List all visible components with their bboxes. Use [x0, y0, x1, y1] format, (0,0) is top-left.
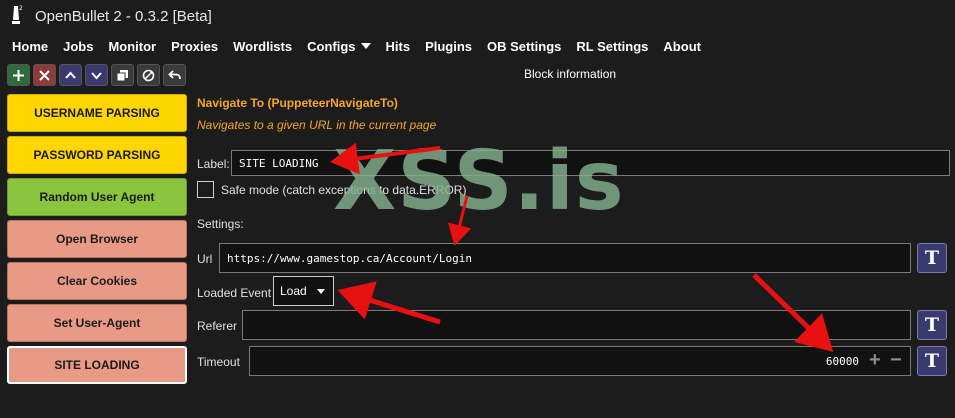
caret-down-icon — [317, 289, 325, 294]
add-block-button[interactable] — [7, 64, 30, 86]
timeout-type-toggle-button[interactable]: T — [917, 346, 947, 376]
clone-block-button[interactable] — [111, 64, 134, 86]
window-title: OpenBullet 2 - 0.3.2 [Beta] — [35, 8, 212, 25]
loaded-event-value: Load — [280, 284, 307, 298]
block-type-title: Navigate To (PuppeteerNavigateTo) — [197, 96, 398, 110]
remove-block-button[interactable] — [33, 64, 56, 86]
block-info-header: Block information — [524, 67, 617, 81]
main-menu: Home Jobs Monitor Proxies Wordlists Conf… — [0, 33, 955, 59]
menu-configs-label: Configs — [307, 38, 356, 54]
menu-jobs[interactable]: Jobs — [63, 39, 93, 54]
block-item[interactable]: Clear Cookies — [7, 262, 187, 300]
chevron-up-icon — [65, 71, 76, 79]
url-type-toggle-button[interactable]: T — [917, 243, 947, 273]
settings-caption: Settings: — [197, 217, 244, 231]
block-item[interactable]: Set User-Agent — [7, 304, 187, 342]
block-toolbar — [7, 64, 186, 86]
timeout-input[interactable] — [249, 346, 911, 376]
caret-down-icon — [360, 43, 371, 49]
menu-plugins[interactable]: Plugins — [425, 39, 472, 54]
referer-caption: Referer — [197, 319, 238, 333]
openbullet-logo-icon: 2 — [12, 5, 23, 24]
menu-ob-settings[interactable]: OB Settings — [487, 39, 561, 54]
decrement-button[interactable]: − — [890, 349, 902, 372]
undo-icon — [168, 69, 181, 79]
loaded-event-select[interactable]: Load — [273, 276, 334, 306]
safe-mode-checkbox[interactable] — [197, 181, 214, 198]
timeout-value: 60000 — [825, 355, 859, 368]
undo-button[interactable] — [163, 64, 186, 86]
block-item[interactable]: PASSWORD PARSING — [7, 136, 187, 174]
chevron-down-icon — [91, 71, 102, 79]
move-down-button[interactable] — [85, 64, 108, 86]
disable-block-button[interactable] — [137, 64, 160, 86]
close-icon — [39, 69, 50, 81]
block-description: Navigates to a given URL in the current … — [197, 118, 437, 132]
menu-rl-settings[interactable]: RL Settings — [576, 39, 648, 54]
arrow-to-url — [447, 195, 472, 246]
block-item[interactable]: Random User Agent — [7, 178, 187, 216]
copy-icon — [116, 69, 128, 81]
label-caption: Label: — [197, 157, 230, 171]
menu-configs[interactable]: Configs — [307, 38, 371, 54]
timeout-caption: Timeout — [197, 355, 240, 369]
menu-wordlists[interactable]: Wordlists — [233, 39, 292, 54]
block-item[interactable]: Open Browser — [7, 220, 187, 258]
menu-about[interactable]: About — [663, 39, 701, 54]
svg-text:2: 2 — [19, 5, 23, 12]
label-input[interactable]: SITE LOADING — [231, 150, 950, 176]
safe-mode-label: Safe mode (catch exceptions to data.ERRO… — [221, 183, 467, 197]
menu-proxies[interactable]: Proxies — [171, 39, 218, 54]
ban-icon — [142, 69, 155, 81]
url-caption: Url — [197, 252, 213, 266]
menu-home[interactable]: Home — [12, 39, 48, 54]
title-bar: 2 OpenBullet 2 - 0.3.2 [Beta] — [0, 0, 955, 33]
block-item-selected[interactable]: SITE LOADING — [7, 346, 187, 384]
increment-button[interactable]: + — [869, 349, 881, 372]
menu-monitor[interactable]: Monitor — [108, 39, 156, 54]
plus-icon — [13, 69, 24, 81]
referer-input[interactable] — [242, 310, 911, 340]
move-up-button[interactable] — [59, 64, 82, 86]
url-input[interactable]: https://www.gamestop.ca/Account/Login — [219, 243, 911, 273]
loaded-event-caption: Loaded Event — [197, 286, 272, 300]
block-list: USERNAME PARSING PASSWORD PARSING Random… — [7, 94, 187, 388]
watermark: XSS.is — [333, 134, 625, 229]
referer-type-toggle-button[interactable]: T — [917, 310, 947, 340]
menu-hits[interactable]: Hits — [386, 39, 411, 54]
block-item[interactable]: USERNAME PARSING — [7, 94, 187, 132]
